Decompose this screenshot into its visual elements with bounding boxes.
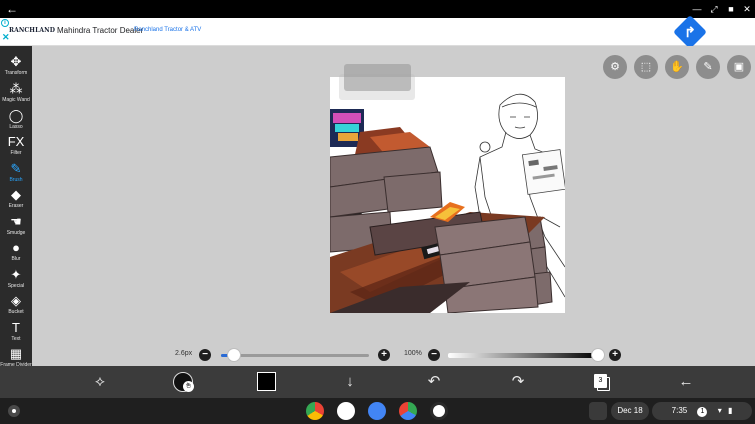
tool-filter[interactable]: FX Filter [0, 134, 32, 160]
status-tray[interactable]: 7:35 1 ▾ ▮ [652, 402, 752, 420]
tool-text[interactable]: T Text [0, 320, 32, 346]
tool-label: Filter [10, 150, 22, 156]
tool-magic-wand[interactable]: ⁂ Magic Wand [0, 81, 32, 107]
chrome-app-icon[interactable] [306, 402, 324, 420]
selection-icon[interactable]: ⬚ [634, 55, 658, 79]
magic-wand-icon: ⁂ [9, 81, 23, 96]
back-arrow-icon[interactable]: ← [6, 1, 18, 17]
drawing-canvas[interactable] [330, 77, 565, 313]
clock: 7:35 [671, 406, 688, 415]
blur-icon: ● [12, 240, 20, 255]
reference-icon[interactable]: ▣ [727, 55, 751, 79]
gmail-app-icon[interactable] [337, 402, 355, 420]
tool-smudge[interactable]: ☚ Smudge [0, 214, 32, 240]
opacity-thumb[interactable] [591, 348, 605, 362]
save-icon[interactable]: ↓ [340, 372, 360, 392]
tool-bucket[interactable]: ◈ Bucket [0, 293, 32, 319]
tool-brush[interactable]: ✎ Brush [0, 161, 32, 187]
maximize-icon[interactable]: ■ [724, 0, 738, 18]
lasso-adjust-icon[interactable]: ⟡ [90, 372, 110, 392]
brush-size-thumb[interactable] [227, 348, 242, 362]
exit-icon[interactable]: ← [676, 372, 696, 392]
ad-logo: RANCHLAND [9, 27, 56, 34]
brush-size-slider[interactable] [221, 354, 369, 357]
current-color-swatch[interactable] [257, 372, 276, 391]
size-decrease-button[interactable]: − [199, 349, 211, 361]
brush-sliders: 2.6px − + 100% − + [0, 346, 755, 364]
opacity-increase-button[interactable]: + [609, 349, 621, 361]
tool-eraser[interactable]: ◆ Eraser [0, 187, 32, 213]
lasso-icon: ◯ [8, 108, 24, 123]
filter-icon: FX [7, 134, 25, 149]
tool-blur[interactable]: ● Blur [0, 240, 32, 266]
tool-special[interactable]: ✦ Special [0, 267, 32, 293]
tool-label: Magic Wand [2, 97, 30, 103]
smudge-icon: ☚ [10, 214, 22, 229]
ad-title[interactable]: Mahindra Tractor Dealer [57, 26, 143, 35]
tool-label: Eraser [8, 203, 24, 209]
ruler-icon[interactable]: ✎ [696, 55, 720, 79]
special-icon: ✦ [10, 267, 22, 282]
zoom-toast [344, 64, 411, 91]
window-title-bar: ← — ⤢ ■ ✕ [0, 0, 755, 18]
brush-icon: ✎ [10, 161, 22, 176]
tool-transform[interactable]: ✥ Transform [0, 54, 32, 80]
artwork [330, 93, 565, 313]
opacity-decrease-button[interactable]: − [428, 349, 440, 361]
tool-label: Lasso [9, 124, 23, 130]
tool-label: Special [7, 283, 25, 289]
tool-label: Brush [9, 177, 23, 183]
tool-label: Bucket [8, 309, 24, 315]
tool-label: Transform [4, 70, 28, 76]
ad-subtitle[interactable]: Ranchland Tractor & ATV [134, 27, 201, 33]
bottom-toolbar: ⟡ 色 ↓ ↶ ↷ 3 ← [0, 366, 755, 398]
battery-icon: ▮ [727, 406, 733, 415]
size-increase-button[interactable]: + [378, 349, 390, 361]
ad-info-icon[interactable]: i [1, 19, 9, 27]
date-pill[interactable]: Dec 18 [611, 402, 649, 420]
text-icon: T [12, 320, 20, 335]
wifi-icon: ▾ [717, 406, 722, 415]
tool-label: Text [11, 336, 21, 342]
play-store-icon[interactable] [399, 402, 417, 420]
layers-button[interactable]: 3 [594, 374, 607, 388]
minimize-icon[interactable]: — [690, 0, 704, 18]
transform-icon: ✥ [10, 54, 22, 69]
opacity-slider[interactable] [448, 353, 598, 358]
opacity-label: 100% [404, 350, 422, 357]
overview-icon[interactable] [589, 402, 607, 420]
ad-banner[interactable]: i ✕ RANCHLAND Mahindra Tractor Dealer Ra… [0, 15, 755, 49]
hand-icon[interactable]: ✋ [665, 55, 689, 79]
undo-icon[interactable]: ↶ [424, 372, 444, 392]
system-shelf: Dec 18 7:35 1 ▾ ▮ [0, 398, 755, 424]
close-icon[interactable]: ✕ [740, 0, 754, 18]
launcher-icon[interactable] [8, 405, 20, 417]
brush-size-label: 2.6px [175, 350, 193, 357]
notification-count: 1 [697, 407, 708, 417]
directions-icon: ↱ [684, 24, 696, 40]
redo-icon[interactable]: ↷ [508, 372, 528, 392]
ibis-paint-icon[interactable] [430, 402, 448, 420]
docs-app-icon[interactable] [368, 402, 386, 420]
bucket-icon: ◈ [11, 293, 21, 308]
restore-icon[interactable]: ⤢ [707, 0, 721, 18]
book-drawing [521, 149, 565, 195]
color-wheel-badge: 色 [183, 381, 194, 392]
tool-label: Blur [11, 256, 21, 262]
eraser-icon: ◆ [11, 187, 21, 202]
app-window: ← — ⤢ ■ ✕ i ✕ RANCHLAND Mahindra Tractor… [0, 0, 755, 424]
settings-toggle-icon[interactable]: ⚙ [603, 55, 627, 79]
ad-close-icon[interactable]: ✕ [2, 33, 10, 42]
tool-lasso[interactable]: ◯ Lasso [0, 108, 32, 134]
tool-label: Smudge [6, 230, 26, 236]
